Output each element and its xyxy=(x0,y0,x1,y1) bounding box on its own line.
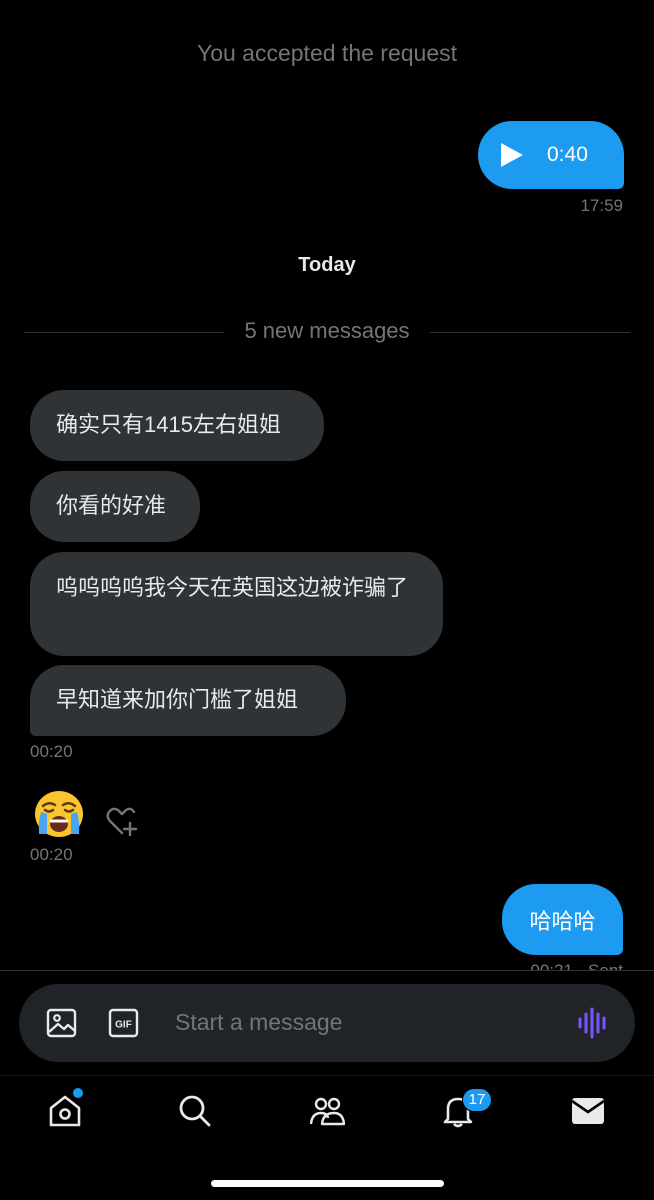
voice-record-icon[interactable] xyxy=(576,1006,610,1040)
home-icon[interactable] xyxy=(47,1093,83,1129)
notification-count-badge: 17 xyxy=(462,1088,492,1112)
home-notification-dot xyxy=(73,1088,83,1098)
message-input[interactable]: Start a message xyxy=(175,1009,342,1036)
message-timestamp: 17:59 xyxy=(580,196,623,215)
gif-icon[interactable]: GIF xyxy=(108,1008,139,1038)
communities-icon[interactable] xyxy=(309,1093,345,1129)
search-icon[interactable] xyxy=(177,1093,213,1129)
image-icon[interactable] xyxy=(46,1008,77,1038)
voice-message-bubble[interactable]: 0:40 xyxy=(478,121,624,189)
envelope-icon[interactable] xyxy=(570,1093,606,1129)
home-indicator[interactable] xyxy=(211,1180,444,1187)
add-reaction-icon[interactable] xyxy=(106,806,138,836)
outgoing-message[interactable]: 哈哈哈 xyxy=(502,884,623,955)
voice-duration: 0:40 xyxy=(547,143,588,166)
divider-line xyxy=(0,970,654,971)
incoming-message[interactable]: 你看的好准 xyxy=(30,471,200,542)
day-separator: Today xyxy=(298,254,356,276)
system-notice: You accepted the request xyxy=(196,40,458,66)
incoming-message[interactable]: 早知道来加你门槛了姐姐 xyxy=(30,665,346,736)
message-timestamp: 00:20 xyxy=(30,742,73,761)
incoming-message[interactable]: 确实只有1415左右姐姐 xyxy=(30,390,324,461)
new-messages-label: 5 new messages xyxy=(244,318,410,343)
incoming-message[interactable]: 呜呜呜呜我今天在英国这边被诈骗了 xyxy=(30,552,443,656)
play-icon[interactable] xyxy=(501,143,523,167)
loudly-crying-face-icon[interactable] xyxy=(33,788,85,838)
gif-label: GIF xyxy=(115,1020,132,1031)
message-timestamp: 00:20 xyxy=(30,845,73,864)
